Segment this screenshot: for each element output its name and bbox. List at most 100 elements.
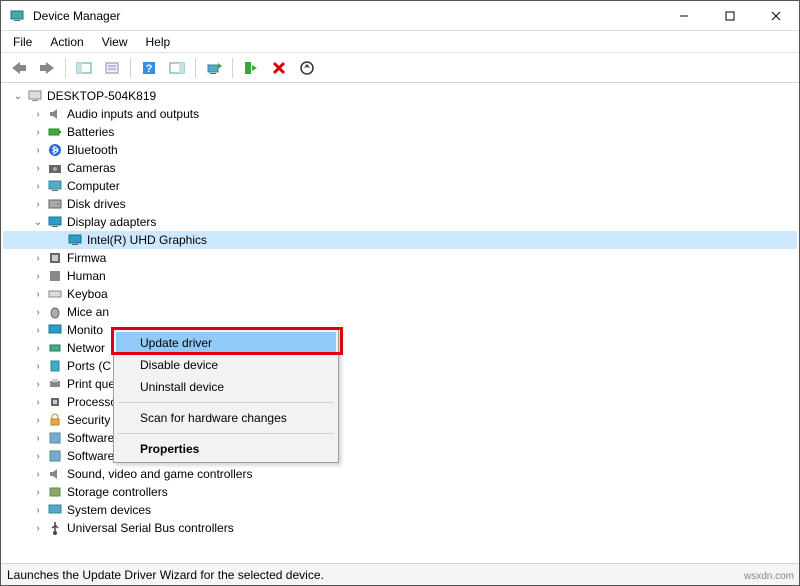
tree-node-firmware[interactable]: › Firmwa — [3, 249, 797, 267]
ctx-properties[interactable]: Properties — [116, 438, 336, 460]
close-button[interactable] — [753, 2, 799, 30]
toolbar-separator — [232, 58, 233, 78]
show-hide-tree-button[interactable] — [72, 56, 96, 80]
disk-icon — [47, 196, 63, 212]
expand-icon[interactable]: › — [31, 449, 45, 463]
expand-icon[interactable]: › — [31, 197, 45, 211]
tree-root-label: DESKTOP-504K819 — [47, 89, 156, 103]
expand-icon[interactable]: › — [31, 305, 45, 319]
tree-node-label: Universal Serial Bus controllers — [67, 521, 234, 535]
expand-icon[interactable]: › — [31, 287, 45, 301]
computer-icon — [27, 88, 43, 104]
toolbar-separator — [130, 58, 131, 78]
tree-node-storage[interactable]: › Storage controllers — [3, 483, 797, 501]
expand-icon[interactable]: › — [31, 143, 45, 157]
action-pane-button[interactable] — [165, 56, 189, 80]
expand-icon[interactable]: › — [31, 503, 45, 517]
expand-icon[interactable]: › — [31, 161, 45, 175]
collapse-icon[interactable]: ⌄ — [11, 89, 25, 103]
update-driver-button[interactable] — [202, 56, 226, 80]
tree-node-cameras[interactable]: › Cameras — [3, 159, 797, 177]
expand-icon[interactable]: › — [31, 485, 45, 499]
expand-icon[interactable]: › — [31, 521, 45, 535]
ports-icon — [47, 358, 63, 374]
tree-node-usb[interactable]: › Universal Serial Bus controllers — [3, 519, 797, 537]
ctx-separator — [118, 433, 334, 434]
display-icon — [67, 232, 83, 248]
expand-icon[interactable]: › — [31, 467, 45, 481]
computer-icon — [47, 178, 63, 194]
cpu-icon — [47, 394, 63, 410]
firmware-icon — [47, 250, 63, 266]
tree-node-label: System devices — [67, 503, 151, 517]
ctx-scan-hardware[interactable]: Scan for hardware changes — [116, 407, 336, 429]
minimize-button[interactable] — [661, 2, 707, 30]
tree-node-label: Mice an — [67, 305, 109, 319]
forward-button[interactable] — [35, 56, 59, 80]
camera-icon — [47, 160, 63, 176]
expand-icon[interactable]: › — [31, 251, 45, 265]
device-tree[interactable]: ⌄ DESKTOP-504K819 › Audio inputs and out… — [1, 83, 799, 563]
tree-root[interactable]: ⌄ DESKTOP-504K819 — [3, 87, 797, 105]
tree-node-mice[interactable]: › Mice an — [3, 303, 797, 321]
tree-node-label: Disk drives — [67, 197, 126, 211]
expand-icon[interactable]: › — [31, 431, 45, 445]
tree-node-disk[interactable]: › Disk drives — [3, 195, 797, 213]
expand-icon[interactable]: › — [31, 323, 45, 337]
window-title: Device Manager — [33, 9, 661, 23]
properties-button[interactable] — [100, 56, 124, 80]
tree-node-computer[interactable]: › Computer — [3, 177, 797, 195]
maximize-button[interactable] — [707, 2, 753, 30]
menu-file[interactable]: File — [5, 33, 40, 51]
network-icon — [47, 340, 63, 356]
audio-icon — [47, 106, 63, 122]
back-button[interactable] — [7, 56, 31, 80]
toolbar: ? — [1, 53, 799, 83]
tree-node-system[interactable]: › System devices — [3, 501, 797, 519]
tree-node-keyboard[interactable]: › Keyboa — [3, 285, 797, 303]
scan-hardware-button[interactable] — [295, 56, 319, 80]
ctx-disable-device[interactable]: Disable device — [116, 354, 336, 376]
menubar: File Action View Help — [1, 31, 799, 53]
help-button[interactable]: ? — [137, 56, 161, 80]
expand-icon[interactable]: › — [31, 395, 45, 409]
expand-icon[interactable]: › — [31, 413, 45, 427]
enable-device-button[interactable] — [239, 56, 263, 80]
tree-node-hid[interactable]: › Human — [3, 267, 797, 285]
menu-view[interactable]: View — [94, 33, 136, 51]
toolbar-separator — [195, 58, 196, 78]
ctx-update-driver[interactable]: Update driver — [116, 332, 336, 354]
collapse-icon[interactable]: ⌄ — [31, 215, 45, 229]
expand-icon[interactable]: › — [31, 377, 45, 391]
mouse-icon — [47, 304, 63, 320]
tree-node-bluetooth[interactable]: › Bluetooth — [3, 141, 797, 159]
menu-help[interactable]: Help — [138, 33, 179, 51]
expand-icon[interactable]: › — [31, 341, 45, 355]
sound-icon — [47, 466, 63, 482]
menu-action[interactable]: Action — [42, 33, 91, 51]
software-icon — [47, 430, 63, 446]
system-icon — [47, 502, 63, 518]
ctx-uninstall-device[interactable]: Uninstall device — [116, 376, 336, 398]
security-icon — [47, 412, 63, 428]
toolbar-separator — [65, 58, 66, 78]
expand-icon[interactable]: › — [31, 107, 45, 121]
statusbar: Launches the Update Driver Wizard for th… — [1, 563, 799, 585]
tree-node-batteries[interactable]: › Batteries — [3, 123, 797, 141]
device-manager-window: Device Manager File Action View Help — [0, 0, 800, 586]
expand-icon[interactable]: › — [31, 125, 45, 139]
expand-icon[interactable]: › — [31, 269, 45, 283]
tree-node-label: Keyboa — [67, 287, 108, 301]
expand-icon[interactable]: › — [31, 179, 45, 193]
expand-icon[interactable]: › — [31, 359, 45, 373]
watermark: wsxdn.com — [744, 571, 794, 582]
tree-node-label: Human — [67, 269, 106, 283]
tree-node-label: Storage controllers — [67, 485, 168, 499]
uninstall-device-button[interactable] — [267, 56, 291, 80]
tree-node-display[interactable]: ⌄ Display adapters — [3, 213, 797, 231]
tree-node-intel-uhd[interactable]: Intel(R) UHD Graphics — [3, 231, 797, 249]
tree-node-sound[interactable]: › Sound, video and game controllers — [3, 465, 797, 483]
tree-node-label: Computer — [67, 179, 120, 193]
tree-node-audio[interactable]: › Audio inputs and outputs — [3, 105, 797, 123]
usb-icon — [47, 520, 63, 536]
